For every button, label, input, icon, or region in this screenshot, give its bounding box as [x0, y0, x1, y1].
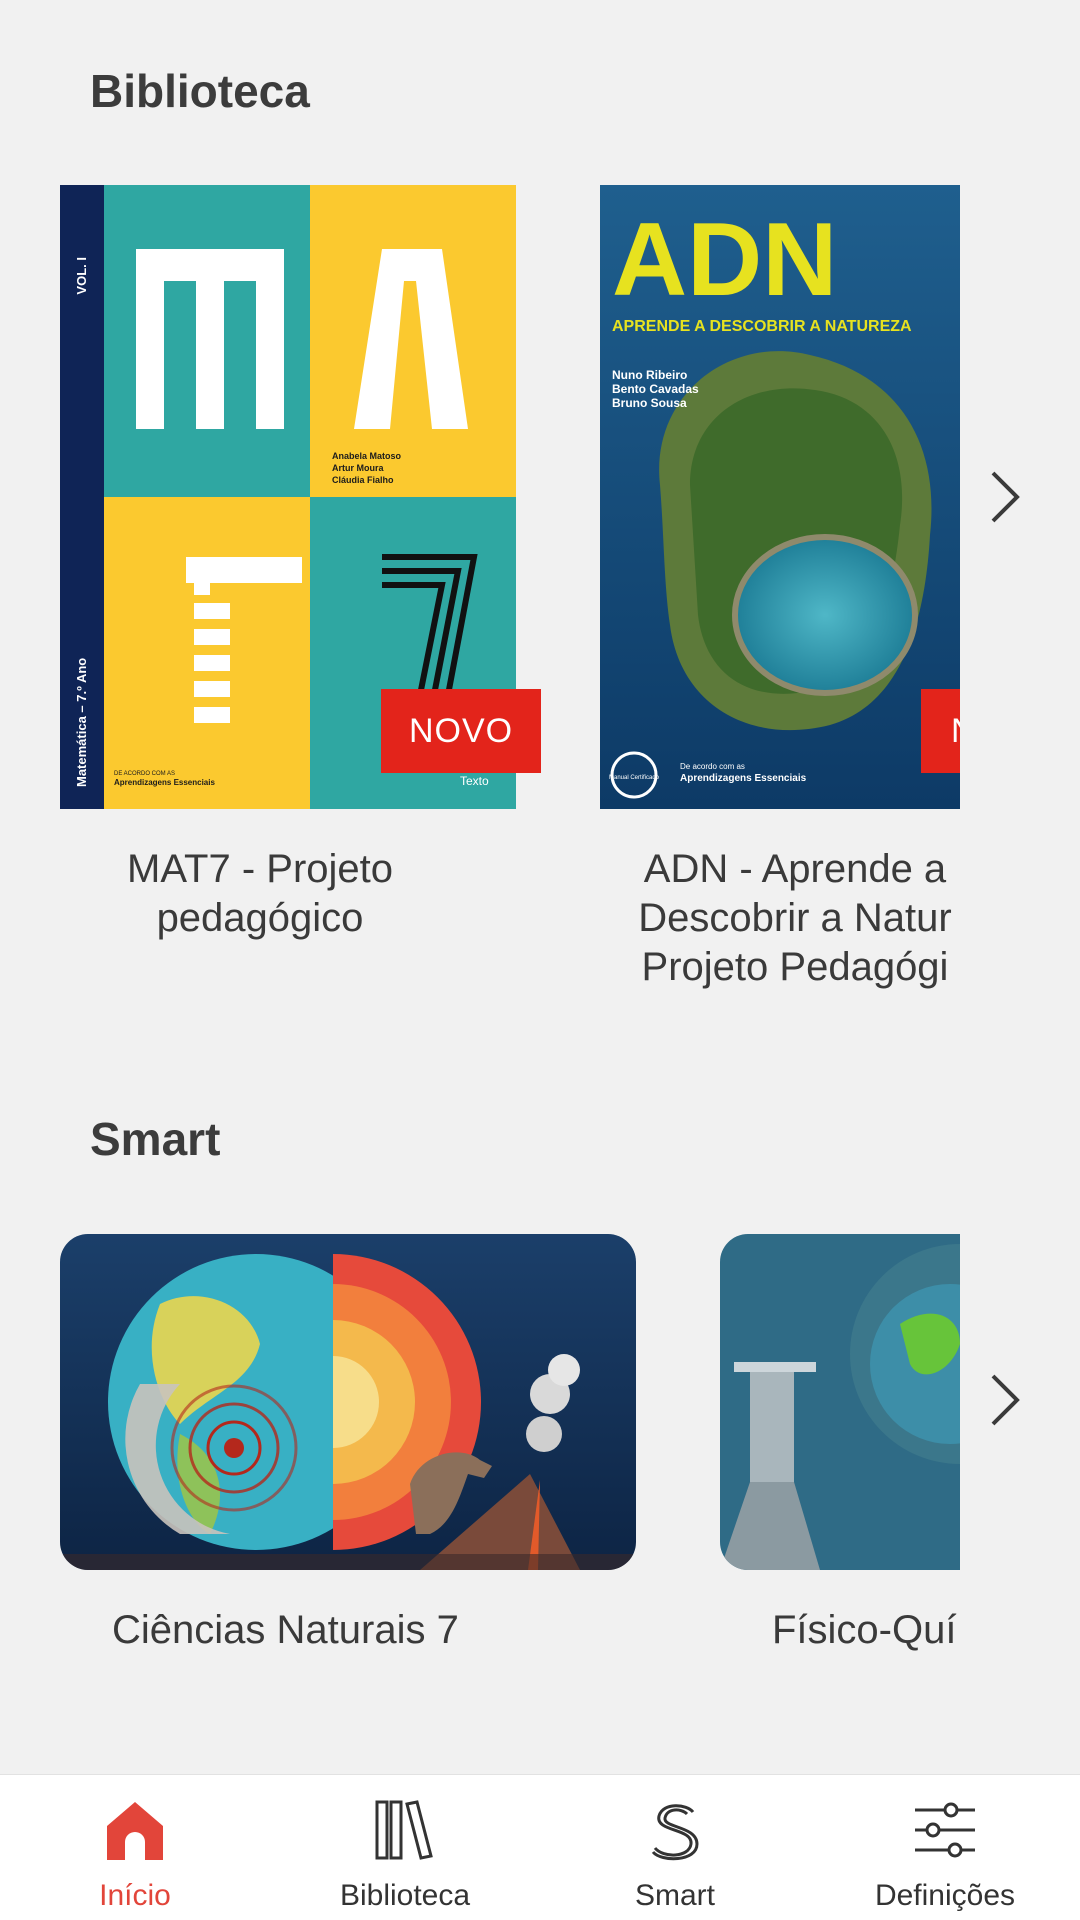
mat7-note: Aprendizagens Essenciais [114, 778, 215, 787]
nav-item-definicoes[interactable]: Definições [810, 1775, 1080, 1920]
nav-label-biblioteca: Biblioteca [339, 1879, 471, 1912]
library-section-title: Biblioteca [90, 65, 310, 117]
mat7-spine-title: Matemática – 7.º Ano [74, 658, 89, 787]
mat7-vol-label: VOL. I [74, 257, 89, 295]
adn-seal: Manual Certificado [609, 775, 660, 781]
new-badge-clipped: N [921, 689, 960, 773]
book-title-adn[interactable]: ADN - Aprende a Descobrir a Natur Projet… [630, 845, 960, 992]
adn-logo: ADN [612, 202, 837, 318]
nav-item-biblioteca[interactable]: Biblioteca [270, 1775, 540, 1920]
smart-s-icon [640, 1795, 710, 1865]
nav-label-definicoes: Definições [874, 1879, 1016, 1912]
smart-card-ciencias[interactable] [60, 1234, 636, 1570]
nav-label-inicio: Início [99, 1879, 171, 1912]
book-title-mat7[interactable]: MAT7 - Projeto pedagógico [100, 845, 420, 943]
smart-title-ciencias[interactable]: Ciências Naturais 7 [112, 1608, 532, 1653]
smart-next-arrow[interactable] [975, 1360, 1035, 1440]
mat7-note-small: DE ACORDO COM AS [114, 771, 175, 777]
adn-note-small: De acordo com as [680, 762, 745, 771]
nav-item-inicio[interactable]: Início [0, 1775, 270, 1920]
smart-carousel[interactable]: Ciências Naturais 7 Físico-Quí [60, 1234, 960, 1674]
adn-cover-art: ADN APRENDE A DESCOBRIR A NATUREZA Nuno … [600, 185, 960, 809]
nav-item-smart[interactable]: Smart [540, 1775, 810, 1920]
chevron-right-icon [991, 471, 1020, 523]
book-card-adn[interactable]: ADN APRENDE A DESCOBRIR A NATUREZA Nuno … [600, 185, 960, 1005]
mat7-author-1: Anabela Matoso [332, 451, 402, 461]
adn-author-1: Nuno Ribeiro [612, 368, 687, 382]
mat7-author-2: Artur Moura [332, 463, 384, 473]
nav-label-smart: Smart [634, 1879, 715, 1912]
adn-author-3: Bruno Sousa [612, 396, 687, 410]
flask-earth-illustration [720, 1234, 960, 1570]
chevron-right-icon [991, 1374, 1020, 1426]
bottom-navigation: Início Biblioteca Smart Definições [0, 1774, 1080, 1920]
earth-layers-illustration [60, 1234, 636, 1570]
home-screen: Biblioteca VOL. I Matemática – 7.º Ano A… [0, 0, 1080, 1920]
mat7-publisher: Texto [460, 774, 489, 788]
library-next-arrow[interactable] [975, 457, 1035, 537]
sliders-icon [910, 1795, 980, 1865]
smart-title-fisico[interactable]: Físico-Quí [772, 1608, 960, 1653]
adn-note: Aprendizagens Essenciais [680, 773, 807, 784]
library-icon [370, 1795, 440, 1865]
book-cover-adn[interactable]: ADN APRENDE A DESCOBRIR A NATUREZA Nuno … [600, 185, 960, 809]
smart-card-fisico[interactable] [720, 1234, 960, 1570]
new-badge: NOVO [381, 689, 541, 773]
smart-section-title: Smart [90, 1113, 221, 1165]
adn-subtitle: APRENDE A DESCOBRIR A NATUREZA [612, 318, 912, 335]
home-icon [100, 1795, 170, 1865]
library-carousel[interactable]: VOL. I Matemática – 7.º Ano Anabela Mato… [60, 185, 960, 1005]
book-card-mat7[interactable]: VOL. I Matemática – 7.º Ano Anabela Mato… [60, 185, 541, 1005]
adn-author-2: Bento Cavadas [612, 382, 699, 396]
mat7-author-3: Cláudia Fialho [332, 475, 394, 485]
